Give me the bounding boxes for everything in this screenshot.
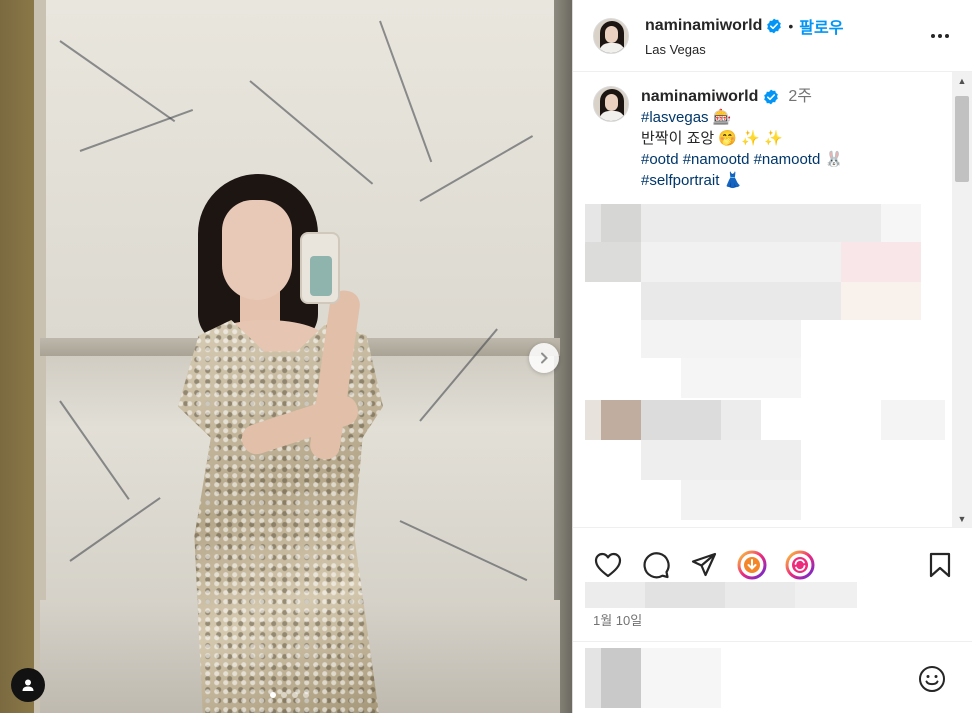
paper-plane-icon	[691, 552, 717, 577]
avatar[interactable]	[593, 86, 629, 122]
user-tag-icon	[22, 679, 34, 691]
post-side-panel: naminamiworld • 팔로우 Las Vegas naminamiwo…	[572, 0, 972, 713]
location-link[interactable]: Las Vegas	[645, 42, 928, 57]
comment-button[interactable]	[641, 550, 671, 580]
more-options-button[interactable]	[928, 24, 952, 48]
scroll-down-arrow-icon[interactable]: ▼	[952, 510, 972, 527]
post-header: naminamiworld • 팔로우 Las Vegas	[573, 0, 972, 72]
scroll-up-arrow-icon[interactable]: ▲	[952, 72, 972, 89]
carousel-dot	[281, 692, 287, 698]
comments-section[interactable]: naminamiworld 2주 #lasvegas 🎰 반짝이 죠앙 🤭 ✨ …	[573, 72, 953, 527]
repost-extension-button[interactable]	[785, 550, 815, 580]
avatar[interactable]	[593, 17, 629, 54]
separator-dot: •	[788, 18, 794, 34]
caption-username[interactable]: naminamiworld	[641, 86, 758, 107]
like-button[interactable]	[593, 550, 623, 580]
comment-bubble-icon	[643, 552, 670, 579]
repost-circle-icon	[785, 550, 815, 580]
post-actions: 1월 10일	[573, 527, 972, 713]
caption-line[interactable]: #ootd #namootd #namootd 🐰	[641, 149, 843, 170]
carousel-dot	[303, 692, 309, 698]
tagged-users-button[interactable]	[11, 668, 45, 702]
carousel-indicator	[270, 692, 309, 698]
scrollbar-thumb[interactable]	[955, 96, 969, 182]
username-link[interactable]: naminamiworld	[645, 17, 762, 35]
carousel-next-button[interactable]	[529, 343, 559, 373]
carousel-dot	[270, 692, 276, 698]
download-extension-button[interactable]	[737, 550, 767, 580]
verified-badge-icon	[764, 89, 779, 104]
verified-badge-icon	[767, 18, 782, 34]
phone-in-hand	[300, 232, 340, 304]
caption-line[interactable]: #selfportrait 👗	[641, 170, 843, 191]
comments-scrollbar[interactable]: ▲ ▼	[952, 72, 972, 527]
share-button[interactable]	[689, 550, 719, 580]
post-timestamp[interactable]: 2주	[788, 86, 812, 107]
chevron-right-icon	[541, 352, 548, 364]
add-comment-bar[interactable]	[573, 641, 972, 713]
post-caption: naminamiworld 2주 #lasvegas 🎰 반짝이 죠앙 🤭 ✨ …	[573, 72, 953, 191]
carousel-dot	[292, 692, 298, 698]
heart-icon	[594, 552, 622, 578]
woman-in-sequin-dress	[170, 170, 400, 713]
download-circle-icon	[737, 550, 767, 580]
instagram-post-modal: naminamiworld • 팔로우 Las Vegas naminamiwo…	[0, 0, 972, 713]
post-photo[interactable]	[0, 0, 572, 713]
caption-line[interactable]: #lasvegas 🎰	[641, 107, 843, 128]
caption-line: 반짝이 죠앙 🤭 ✨ ✨	[641, 130, 783, 147]
follow-button[interactable]: 팔로우	[799, 14, 843, 38]
more-options-icon	[931, 33, 949, 38]
bookmark-icon	[929, 552, 951, 578]
emoji-picker-button[interactable]	[917, 664, 947, 694]
save-button[interactable]	[925, 550, 955, 580]
likes-count-blurred	[585, 582, 857, 608]
post-date[interactable]: 1월 10일	[593, 610, 642, 629]
smiley-icon	[919, 666, 945, 692]
